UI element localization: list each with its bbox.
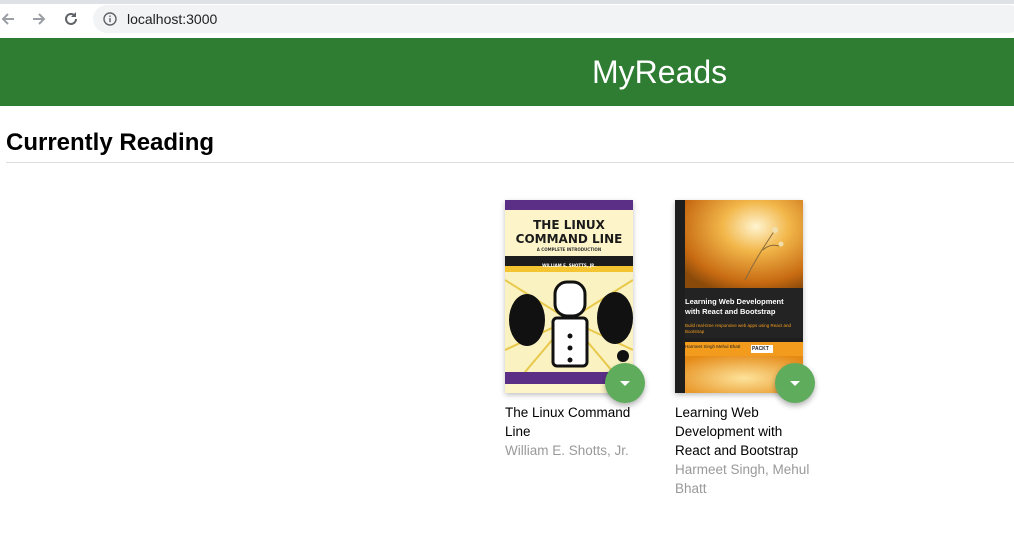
cover-subtitle: Build real-time responsive web apps usin…	[685, 323, 792, 334]
publisher-logo: PACKT	[752, 346, 769, 352]
caret-down-icon	[790, 380, 800, 386]
cover-author: WILLIAM E. SHOTTS, JR.	[542, 263, 596, 268]
caret-down-icon	[620, 380, 630, 386]
shelf-changer-button[interactable]	[775, 363, 815, 403]
book-title: The Linux Command Line	[505, 405, 631, 439]
forward-button[interactable]	[28, 8, 50, 30]
info-icon[interactable]	[103, 12, 117, 26]
book-cover[interactable]: THE LINUX COMMAND LINE A COMPLETE INTROD…	[505, 200, 633, 393]
app-header	[0, 38, 1014, 106]
arrow-right-icon	[33, 13, 46, 25]
book-title: Learning Web Development with React and …	[675, 405, 799, 458]
app-title: MyReads	[592, 54, 728, 90]
shelf-changer-button[interactable]	[605, 363, 645, 403]
reload-button[interactable]	[60, 8, 82, 30]
shelf-title: Currently Reading	[6, 129, 215, 156]
address-bar[interactable]: localhost:3000	[93, 5, 1014, 33]
book-authors: Harmeet Singh, Mehul Bhatt	[675, 462, 810, 496]
cover-title-line1: THE LINUX	[533, 218, 605, 232]
book-cover[interactable]: Learning Web Development with React and …	[675, 200, 803, 393]
reload-icon	[65, 12, 77, 25]
cover-title-line2: COMMAND LINE	[515, 232, 623, 246]
tab-strip-edge	[0, 0, 1014, 4]
url-text: localhost:3000	[127, 11, 218, 27]
browser-toolbar: localhost:3000	[0, 0, 1014, 38]
cover-title: Learning Web Development with React and …	[685, 297, 784, 316]
arrow-left-icon	[1, 13, 14, 25]
back-button[interactable]	[0, 8, 19, 30]
book-authors: William E. Shotts, Jr.	[505, 443, 629, 458]
cover-authors: Harmeet Singh Mehul Bhatt	[685, 344, 741, 349]
shelf-divider	[6, 162, 1014, 163]
cover-tagline: A COMPLETE INTRODUCTION	[536, 247, 602, 252]
